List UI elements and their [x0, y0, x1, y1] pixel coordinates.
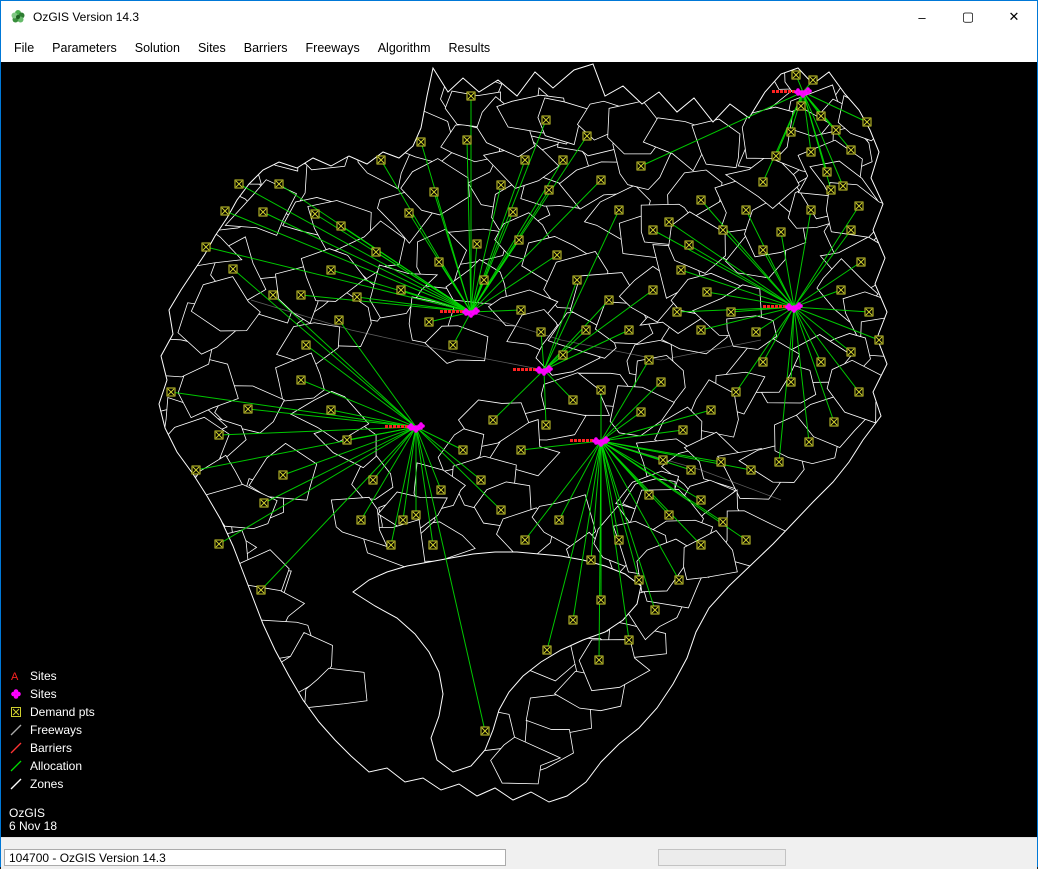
menu-item-parameters[interactable]: Parameters — [43, 37, 126, 59]
barrier-line-icon — [9, 741, 23, 755]
zone-line-icon — [9, 777, 23, 791]
legend-item-barrier-line: Barriers — [9, 739, 95, 757]
legend-item-demand-point: Demand pts — [9, 703, 95, 721]
menu-item-file[interactable]: File — [5, 37, 43, 59]
map-canvas[interactable]: A Sites Sites Demand pts Freeways Barriers All… — [1, 62, 1037, 837]
status-secondary-panel — [658, 849, 786, 866]
demand-point-icon — [9, 705, 23, 719]
svg-text:A: A — [11, 671, 19, 683]
close-button[interactable]: ✕ — [991, 1, 1037, 33]
legend-label: Sites — [30, 687, 57, 701]
ozgis-window: OzGIS Version 14.3 – ▢ ✕ FileParametersS… — [0, 0, 1038, 867]
menu-item-algorithm[interactable]: Algorithm — [369, 37, 440, 59]
allocation-line-icon — [9, 759, 23, 773]
maximize-button[interactable]: ▢ — [945, 1, 991, 33]
legend-label: Sites — [30, 669, 57, 683]
legend-item-site-cluster: Sites — [9, 685, 95, 703]
title-bar: OzGIS Version 14.3 – ▢ ✕ — [1, 1, 1037, 33]
legend-label: Freeways — [30, 723, 82, 737]
menu-item-results[interactable]: Results — [440, 37, 500, 59]
legend-label: Barriers — [30, 741, 72, 755]
status-message: 104700 - OzGIS Version 14.3 — [4, 849, 506, 866]
allocation-map[interactable] — [1, 62, 1037, 837]
menu-bar: FileParametersSolutionSitesBarriersFreew… — [1, 33, 1037, 62]
legend-item-zone-line: Zones — [9, 775, 95, 793]
zones-layer — [138, 62, 916, 784]
status-bar: 104700 - OzGIS Version 14.3 — [1, 846, 1037, 869]
legend-label: Allocation — [30, 759, 82, 773]
menu-item-freeways[interactable]: Freeways — [297, 37, 369, 59]
legend-label: Demand pts — [30, 705, 95, 719]
site-a-icon: A — [9, 669, 23, 683]
legend-item-site-a: A Sites — [9, 667, 95, 685]
legend-label: Zones — [30, 777, 63, 791]
map-footer: OzGIS 6 Nov 18 — [9, 807, 57, 833]
minimize-button[interactable]: – — [899, 1, 945, 33]
menu-item-barriers[interactable]: Barriers — [235, 37, 297, 59]
legend-item-freeway-line: Freeways — [9, 721, 95, 739]
window-title: OzGIS Version 14.3 — [33, 10, 139, 24]
map-legend: A Sites Sites Demand pts Freeways Barriers All… — [9, 667, 95, 793]
freeway-line-icon — [9, 723, 23, 737]
legend-item-allocation-line: Allocation — [9, 757, 95, 775]
app-logo-icon — [10, 9, 26, 25]
map-footer-date: 6 Nov 18 — [9, 820, 57, 833]
horizontal-scrollbar[interactable] — [1, 837, 1037, 846]
menu-item-sites[interactable]: Sites — [189, 37, 235, 59]
menu-item-solution[interactable]: Solution — [126, 37, 189, 59]
site-cluster-icon — [9, 687, 23, 701]
